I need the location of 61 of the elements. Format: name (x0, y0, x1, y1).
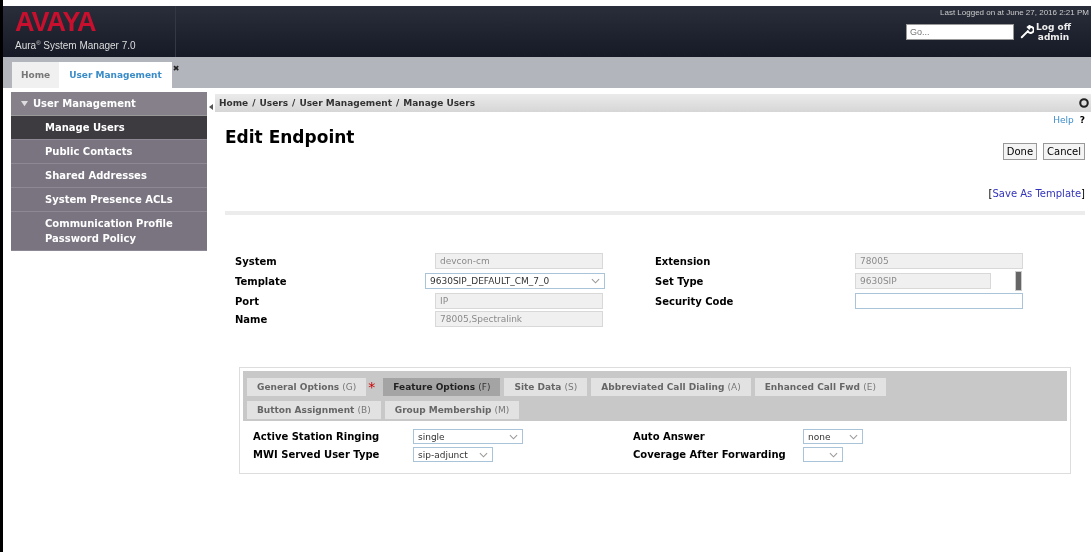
field-label: Port (235, 295, 260, 307)
option-label: Coverage After Forwarding (633, 449, 787, 460)
sidebar-item[interactable]: System Presence ACLs (11, 188, 207, 212)
search-field[interactable]: Go... (906, 24, 1015, 40)
breadcrumb-link[interactable]: Manage Users (403, 98, 476, 108)
close-icon[interactable]: ✖ (172, 64, 180, 73)
product-name: Aura$^{®}$ System Manager 7.0 (15, 40, 137, 52)
required-mark: * (368, 378, 376, 395)
option-label: MWI Served User Type (253, 449, 381, 460)
breadcrumb-link[interactable]: Users (259, 98, 289, 108)
settings-icon[interactable] (1079, 98, 1089, 108)
logo: AVAYA (15, 8, 97, 36)
option-tab[interactable]: Button Assignment (B) (247, 400, 381, 419)
field-label: Extension (655, 255, 712, 267)
help-icon[interactable]: ? (1079, 115, 1085, 125)
template-select[interactable]: 9630SIP_DEFAULT_CM_7_0 (425, 273, 605, 289)
field-label: System (235, 255, 278, 267)
scroll-thumb[interactable] (1015, 271, 1022, 291)
breadcrumb-separator: / (395, 98, 400, 108)
option-label: Auto Answer (633, 431, 706, 442)
collapse-arrow-icon[interactable] (207, 104, 215, 110)
action-button[interactable]: Done (1002, 143, 1038, 160)
field-label: Set Type (655, 275, 705, 287)
field-label: Name (235, 313, 269, 325)
last-login-text: Last Logged on at June 27, 2016 2:21 PM (940, 8, 1089, 17)
option-tab[interactable]: Feature Options (F) (383, 377, 501, 396)
breadcrumb-link[interactable]: User Management (299, 98, 392, 108)
caret-icon (591, 278, 600, 284)
breadcrumb-separator: / (252, 98, 256, 108)
breadcrumb-link[interactable]: Home (219, 98, 249, 108)
bracket: ] (1081, 188, 1085, 199)
input-field[interactable] (855, 293, 1023, 309)
option-tab[interactable]: Site Data (S) (504, 377, 588, 396)
caret-icon (829, 451, 838, 458)
dropdown[interactable]: sip-adjunct (413, 447, 493, 462)
option-tab[interactable]: General Options (G) (247, 377, 367, 396)
option-label: Active Station Ringing (253, 431, 381, 442)
caret-icon (479, 451, 488, 458)
dropdown[interactable]: none (803, 429, 863, 444)
action-button[interactable]: Cancel (1043, 143, 1085, 160)
expanded-icon (21, 100, 28, 107)
option-tab[interactable]: Abbreviated Call Dialing (A) (591, 377, 751, 396)
wrench-icon (1020, 25, 1035, 39)
page-title: Edit Endpoint (225, 127, 355, 147)
sidebar-item[interactable]: Manage Users (11, 116, 207, 140)
page-tab[interactable]: User Management (59, 62, 172, 88)
page-tab[interactable]: Home (12, 62, 60, 88)
sidebar-item[interactable]: Shared Addresses (11, 164, 207, 188)
field-label: Security Code (655, 295, 735, 307)
bracket: [ (988, 188, 993, 199)
option-tab[interactable]: Group Membership (M) (384, 400, 520, 419)
dropdown[interactable]: single (413, 429, 523, 444)
option-tab[interactable]: Enhanced Call Fwd (E) (754, 377, 886, 396)
caret-icon (509, 433, 518, 440)
log-off-link[interactable]: Log off admin (1020, 22, 1071, 42)
sidebar-header[interactable]: User Management (11, 92, 207, 116)
caret-icon (849, 433, 858, 440)
breadcrumb-separator: / (292, 98, 296, 108)
sidebar-item[interactable]: Communication Profile Password Policy (11, 212, 207, 251)
sidebar-item[interactable]: Public Contacts (11, 140, 207, 164)
help-link[interactable]: Help (1053, 115, 1074, 125)
